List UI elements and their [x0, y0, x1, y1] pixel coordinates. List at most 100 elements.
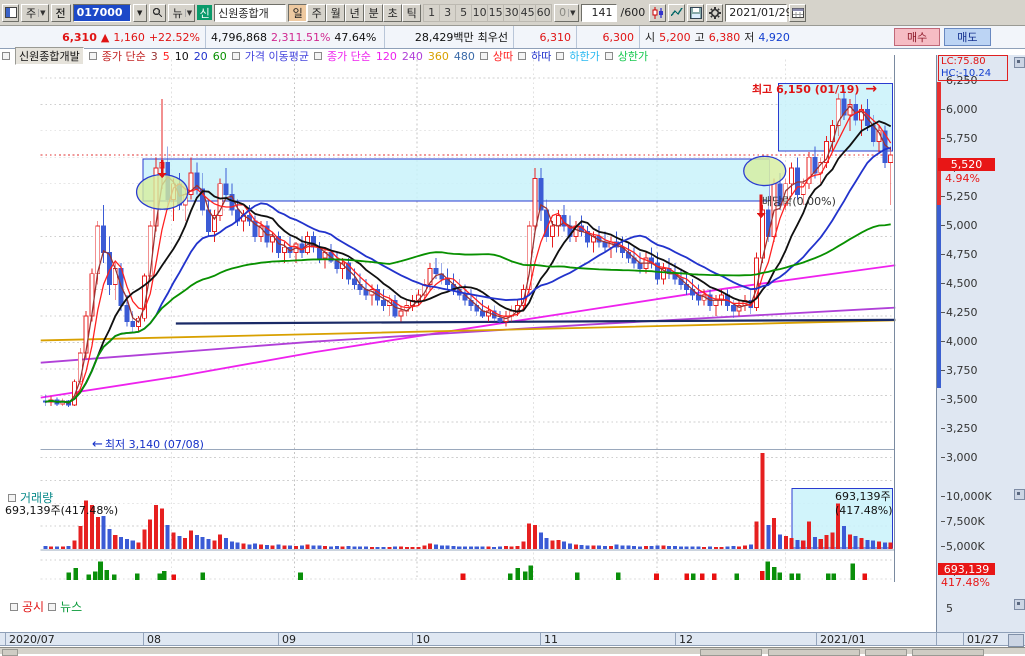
period-button-주[interactable]: 주	[307, 4, 326, 22]
candle-count-input[interactable]: 141	[581, 4, 617, 22]
price-range-bar-up	[937, 82, 941, 205]
news-axis-label: 5	[946, 602, 953, 615]
period-button-초[interactable]: 초	[383, 4, 402, 22]
save-icon	[690, 7, 702, 19]
best-ask-cell: 6,310	[514, 26, 577, 48]
code-dropdown-button[interactable]: ▼	[133, 4, 147, 22]
current-price-pct: 4.94%	[945, 172, 980, 185]
news-pane-header: 공시 뉴스	[10, 598, 82, 615]
collapse-main-pane-button[interactable]	[1014, 57, 1025, 68]
save-button[interactable]	[687, 4, 704, 22]
annotation-high: 최고 6,150 (01/19) →	[752, 81, 877, 97]
gear-icon	[709, 7, 721, 19]
minute-button-30[interactable]: 30	[503, 5, 519, 21]
news-select[interactable]: 뉴▼	[168, 4, 196, 22]
minute-button-15[interactable]: 15	[487, 5, 503, 21]
period-button-틱[interactable]: 틱	[402, 4, 421, 22]
price-tick-label: 4,250	[946, 306, 978, 319]
axis-tick-mark	[941, 138, 945, 139]
date-tick-mark	[936, 633, 937, 645]
low-label: 저	[744, 29, 754, 45]
minute-button-60[interactable]: 60	[535, 5, 551, 21]
volume-bars	[43, 453, 892, 549]
news-bars	[66, 562, 867, 580]
line-style-button[interactable]	[668, 4, 685, 22]
axis-tick-mark	[941, 254, 945, 255]
volume-ratio: 2,311.51%	[271, 31, 330, 44]
stock-code-input[interactable]: 017000	[73, 4, 131, 22]
chart-type-select[interactable]: 주▼	[21, 4, 49, 22]
current-price: 6,310	[62, 31, 97, 44]
buy-button[interactable]: 매수	[894, 28, 940, 46]
minute-button-1[interactable]: 1	[423, 5, 439, 21]
date-tick-label: 10	[416, 633, 430, 646]
candle-style-button[interactable]	[649, 4, 666, 22]
date-tick-mark	[540, 633, 541, 645]
settings-button[interactable]	[706, 4, 723, 22]
chart-type-label: 주	[26, 5, 36, 21]
axis-tick-mark	[941, 370, 945, 371]
search-button[interactable]	[149, 4, 166, 22]
minute-button-group: 1351015304560	[423, 4, 552, 22]
prev-stock-button[interactable]: 전	[51, 4, 71, 22]
price-change: 1,160	[113, 31, 145, 44]
chevron-down-icon: ▼	[568, 9, 576, 17]
pane-bullet-icon	[48, 603, 56, 611]
date-tick-mark	[675, 633, 676, 645]
price-tick-label: 5,750	[946, 132, 978, 145]
price-axis: 6,2506,0005,7505,5005,2505,0004,7504,500…	[936, 55, 1025, 632]
lc-hc-box: LC:75.80 HC:-10.24	[938, 55, 1008, 81]
chevron-down-icon: ▼	[185, 9, 193, 17]
period-button-년[interactable]: 년	[345, 4, 364, 22]
axis-tick-mark	[941, 399, 945, 400]
pane-bullet-icon	[10, 603, 18, 611]
period-button-일[interactable]: 일	[288, 4, 307, 22]
date-tick-mark	[5, 633, 6, 645]
price-tick-label: 5,000	[946, 219, 978, 232]
right-arrow-icon: →	[865, 81, 877, 97]
price-tick-label: 4,500	[946, 277, 978, 290]
collapse-volume-pane-button[interactable]	[1014, 489, 1025, 500]
minute-button-45[interactable]: 45	[519, 5, 535, 21]
stock-badge: 신	[197, 5, 212, 20]
ohl-cell: 시 5,200 고 6,380 저 4,920	[640, 26, 850, 48]
current-volume-marker: 693,139	[938, 563, 995, 575]
news-label: 뉴	[173, 5, 183, 21]
volume-top-right-label: 693,139주(417.48%)	[835, 488, 930, 517]
minute-button-5[interactable]: 5	[455, 5, 471, 21]
period-button-분[interactable]: 분	[364, 4, 383, 22]
price-change-pct: +22.52%	[149, 31, 200, 44]
main-toolbar: 주▼ 전 017000 ▼ 뉴▼ 신 신원종합개 일주월년분초틱 1351015…	[0, 0, 1025, 26]
high-annotation-text: 최고 6,150 (01/19)	[752, 81, 859, 97]
axis-tick-mark	[941, 312, 945, 313]
scroll-corner-button[interactable]	[1008, 634, 1024, 647]
axis-tick-mark	[941, 457, 945, 458]
date-tick-mark	[963, 633, 964, 645]
price-cell: 6,310 ▲ 1,160 +22.52%	[0, 26, 206, 48]
chart-canvas[interactable]	[0, 55, 936, 632]
current-volume-pct: 417.48%	[941, 576, 990, 589]
axis-tick-mark	[941, 196, 945, 197]
period-button-월[interactable]: 월	[326, 4, 345, 22]
best-bid-cell: 6,300	[577, 26, 640, 48]
sell-button[interactable]: 매도	[944, 28, 990, 46]
news-label: 뉴스	[60, 598, 82, 615]
minute-button-3[interactable]: 3	[439, 5, 455, 21]
date-tick-mark	[412, 633, 413, 645]
window-icon[interactable]	[2, 4, 19, 22]
date-axis: 2020/0708091011122021/0101/27	[0, 632, 1025, 646]
axis-tick-mark	[941, 546, 945, 547]
volume-cell: 4,796,868 2,311.51% 47.64%	[206, 26, 385, 48]
price-tick-label: 4,000	[946, 335, 978, 348]
best-ask: 6,310	[540, 31, 572, 44]
tick-count-select: 0▼	[554, 4, 578, 22]
minute-button-10[interactable]: 10	[471, 5, 487, 21]
date-input[interactable]: 2021/01/29	[725, 4, 787, 22]
best-bid: 6,300	[603, 31, 635, 44]
open-price: 5,200	[659, 31, 691, 44]
date-tick-label: 11	[544, 633, 558, 646]
collapse-news-pane-button[interactable]	[1014, 599, 1025, 610]
stock-name-field[interactable]: 신원종합개	[214, 4, 286, 22]
price-tick-label: 3,000	[946, 451, 978, 464]
calendar-button[interactable]	[789, 4, 806, 22]
